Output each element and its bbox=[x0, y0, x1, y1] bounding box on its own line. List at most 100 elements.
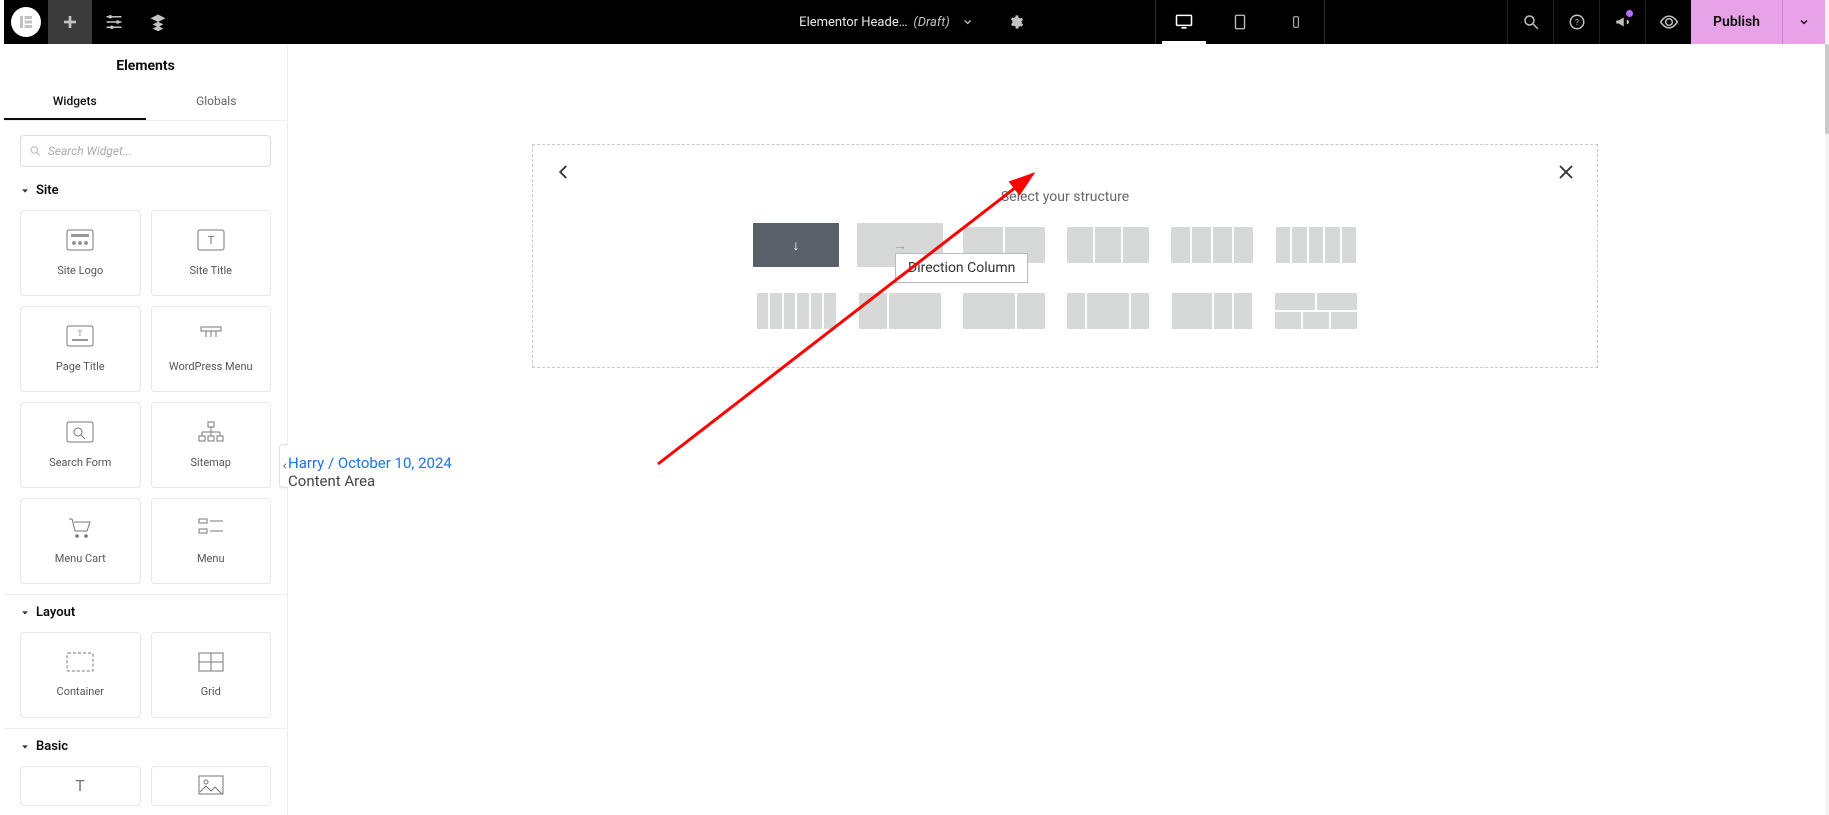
scrollbar-thumb[interactable] bbox=[1825, 44, 1829, 134]
preset-66-33[interactable] bbox=[961, 289, 1047, 333]
tab-widgets[interactable]: Widgets bbox=[4, 84, 146, 120]
widget-menu[interactable]: Menu bbox=[151, 498, 272, 584]
elementor-logo[interactable] bbox=[4, 0, 48, 44]
category-basic-label: Basic bbox=[36, 739, 68, 754]
widget-label: Sitemap bbox=[191, 456, 231, 469]
sliders-icon bbox=[105, 13, 123, 31]
plus-icon bbox=[62, 14, 78, 30]
widget-wordpress-menu[interactable]: WordPress Menu bbox=[151, 306, 272, 392]
device-desktop[interactable] bbox=[1156, 0, 1212, 44]
notification-dot bbox=[1626, 10, 1633, 17]
topbar-right: ? Publish bbox=[1507, 0, 1825, 44]
preset-4-cols[interactable] bbox=[1169, 223, 1255, 267]
close-icon bbox=[1557, 163, 1575, 181]
tab-globals[interactable]: Globals bbox=[146, 84, 288, 120]
container-icon bbox=[66, 652, 94, 675]
desktop-icon bbox=[1174, 12, 1194, 32]
image-icon bbox=[198, 775, 224, 798]
preset-mixed[interactable] bbox=[1273, 289, 1359, 333]
svg-text:T: T bbox=[207, 234, 214, 247]
page-scrollbar[interactable] bbox=[1825, 0, 1829, 815]
publish-button[interactable]: Publish bbox=[1691, 14, 1782, 30]
finder-button[interactable] bbox=[1507, 0, 1553, 44]
preset-6-cols[interactable] bbox=[753, 289, 839, 333]
preset-direction-row[interactable]: → bbox=[857, 223, 943, 267]
preset-3-cols[interactable] bbox=[1065, 223, 1151, 267]
document-status: (Draft) bbox=[913, 15, 949, 30]
widget-label: Container bbox=[57, 685, 104, 698]
elementor-icon bbox=[17, 13, 35, 31]
site-settings-button[interactable] bbox=[92, 0, 136, 44]
document-menu-toggle[interactable] bbox=[956, 16, 980, 28]
whats-new-button[interactable] bbox=[1599, 0, 1645, 44]
preset-5-cols[interactable] bbox=[1273, 223, 1359, 267]
caret-down-icon bbox=[20, 742, 30, 752]
widget-label: Site Title bbox=[190, 264, 233, 277]
editor-canvas: Harry / October 10, 2024 Content Area Se… bbox=[288, 44, 1825, 815]
basic-widget-grid: T bbox=[4, 760, 287, 806]
sitemap-icon bbox=[197, 421, 225, 446]
topbar: Elementor Heade… (Draft) ? bbox=[4, 0, 1825, 44]
page-title-icon: T bbox=[66, 325, 94, 350]
widget-grid[interactable]: Grid bbox=[151, 632, 272, 718]
preset-50-25-25[interactable] bbox=[1169, 289, 1255, 333]
svg-text:T: T bbox=[75, 776, 85, 795]
widget-site-logo[interactable]: Site Logo bbox=[20, 210, 141, 296]
preview-button[interactable] bbox=[1645, 0, 1691, 44]
preset-33-66[interactable] bbox=[857, 289, 943, 333]
document-title: Elementor Heade… bbox=[799, 15, 907, 30]
caret-down-icon bbox=[20, 608, 30, 618]
menu-icon bbox=[197, 517, 225, 542]
category-site-toggle[interactable]: Site bbox=[4, 173, 287, 204]
chooser-close-button[interactable] bbox=[1557, 163, 1575, 185]
publish-options[interactable] bbox=[1783, 16, 1825, 28]
search-icon bbox=[29, 144, 42, 158]
widget-label: WordPress Menu bbox=[169, 360, 253, 373]
preset-direction-column[interactable]: ↓ bbox=[753, 223, 839, 267]
site-logo-icon bbox=[66, 229, 94, 254]
document-title-group: Elementor Heade… (Draft) bbox=[799, 14, 1030, 30]
widget-page-title[interactable]: T Page Title bbox=[20, 306, 141, 392]
help-icon: ? bbox=[1568, 13, 1586, 31]
search-widget-input[interactable] bbox=[48, 144, 262, 158]
site-title-icon: T bbox=[197, 229, 225, 254]
widget-label: Site Logo bbox=[57, 264, 103, 277]
search-widget-field[interactable] bbox=[20, 135, 271, 167]
cart-icon bbox=[67, 517, 93, 542]
arrow-down-icon: ↓ bbox=[793, 237, 800, 254]
widget-basic-2-partial[interactable] bbox=[151, 766, 272, 806]
widget-menu-cart[interactable]: Menu Cart bbox=[20, 498, 141, 584]
structure-button[interactable] bbox=[136, 0, 180, 44]
device-tablet[interactable] bbox=[1212, 0, 1268, 44]
widget-label: Menu bbox=[197, 552, 225, 565]
svg-text:T: T bbox=[78, 330, 83, 338]
widget-label: Page Title bbox=[56, 360, 105, 373]
panel-title: Elements bbox=[4, 44, 287, 84]
preset-25-50-25[interactable] bbox=[1065, 289, 1151, 333]
chooser-back-button[interactable] bbox=[555, 163, 573, 185]
widget-site-title[interactable]: T Site Title bbox=[151, 210, 272, 296]
gear-icon bbox=[1008, 14, 1024, 30]
widget-sitemap[interactable]: Sitemap bbox=[151, 402, 272, 488]
chevron-left-icon bbox=[555, 163, 573, 181]
add-element-button[interactable] bbox=[48, 0, 92, 44]
preset-2-cols[interactable] bbox=[961, 223, 1047, 267]
tablet-icon bbox=[1231, 12, 1249, 32]
category-basic-toggle[interactable]: Basic bbox=[4, 729, 287, 760]
category-layout-toggle[interactable]: Layout bbox=[4, 595, 287, 626]
chooser-title: Select your structure bbox=[543, 189, 1587, 205]
widget-label: Search Form bbox=[49, 456, 111, 469]
widget-container[interactable]: Container bbox=[20, 632, 141, 718]
arrow-right-icon: → bbox=[893, 237, 907, 254]
panel-tabs: Widgets Globals bbox=[4, 84, 287, 121]
chevron-down-icon bbox=[1798, 16, 1810, 28]
structure-chooser: Select your structure ↓ → Direction Colu… bbox=[532, 144, 1598, 368]
widget-search-form[interactable]: Search Form bbox=[20, 402, 141, 488]
post-byline[interactable]: Harry / October 10, 2024 bbox=[288, 454, 452, 472]
text-icon: T bbox=[68, 775, 92, 798]
help-button[interactable]: ? bbox=[1553, 0, 1599, 44]
device-mobile[interactable] bbox=[1268, 0, 1324, 44]
site-widget-grid: Site Logo T Site Title T Page Title Word… bbox=[4, 204, 287, 588]
widget-basic-1-partial[interactable]: T bbox=[20, 766, 141, 806]
page-settings-button[interactable] bbox=[1002, 14, 1030, 30]
